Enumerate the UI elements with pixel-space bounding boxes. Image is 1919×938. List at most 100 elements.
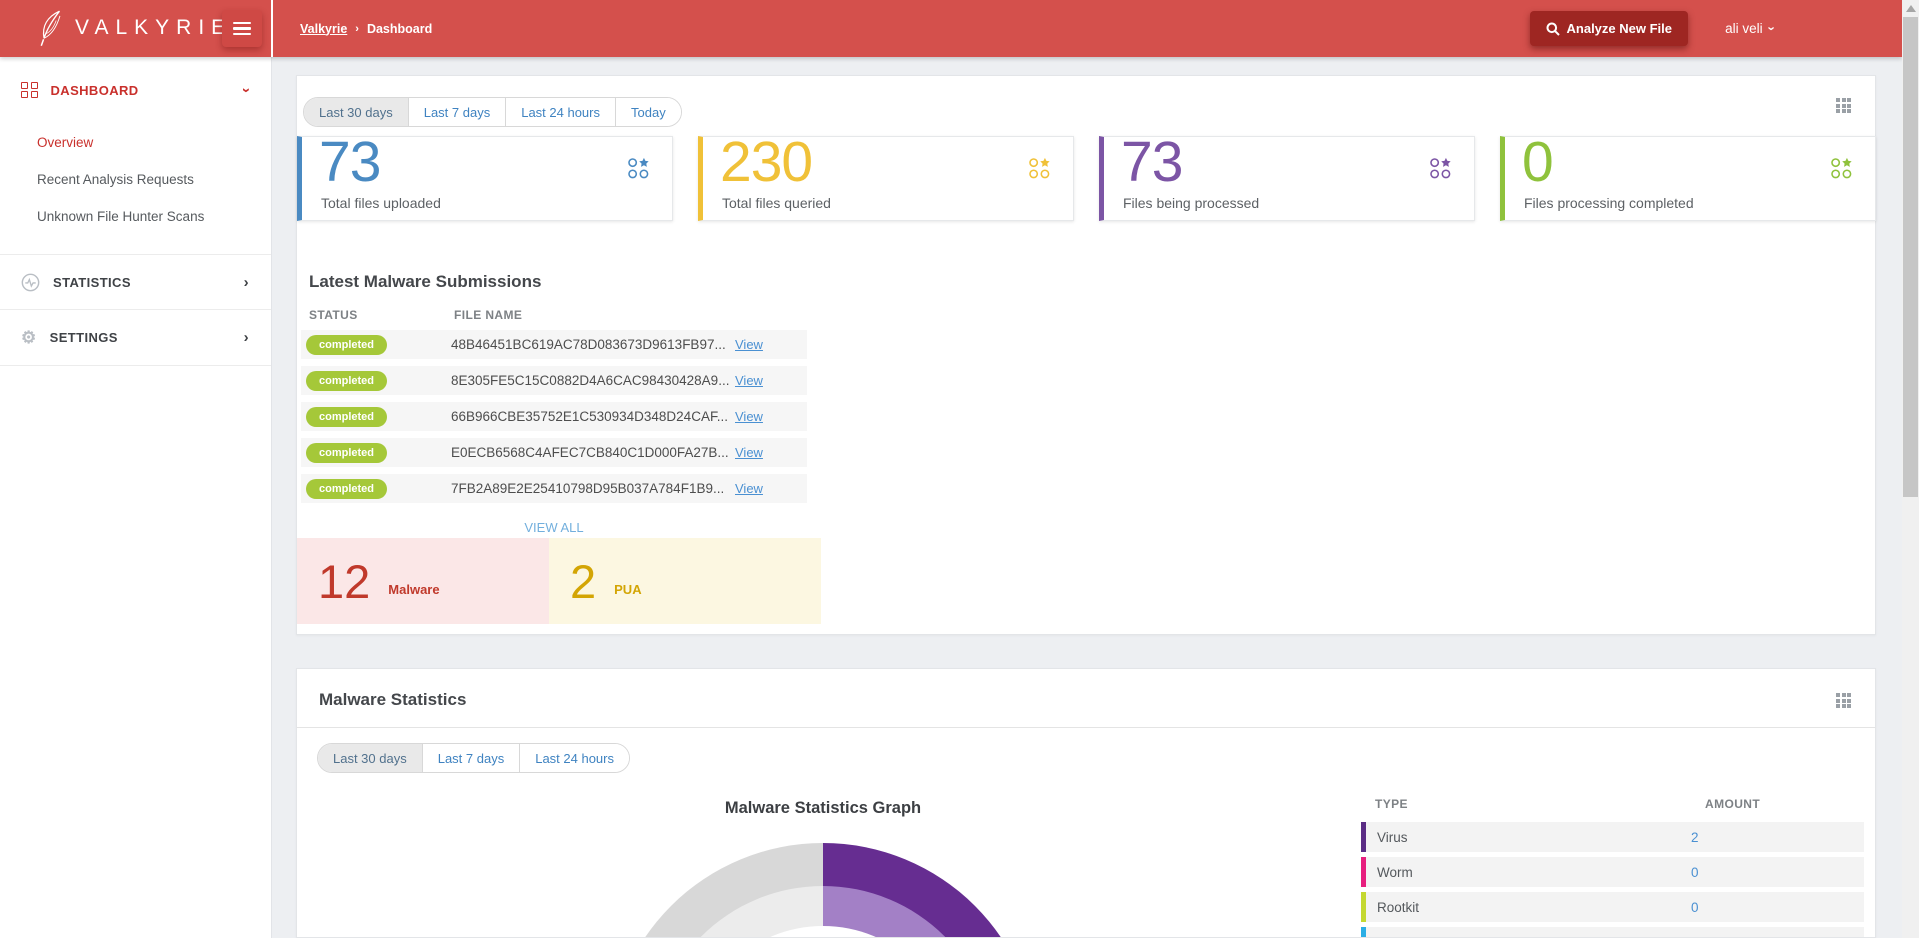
stat-value: 230	[720, 130, 813, 194]
malware-count: 12	[318, 554, 371, 608]
sidebar-item-overview[interactable]: Overview	[0, 128, 271, 156]
dashboard-grid-icon	[21, 81, 38, 99]
stat-label: Files being processed	[1123, 195, 1260, 211]
chevron-down-icon: ›	[1764, 26, 1780, 31]
type-color-bar	[1361, 892, 1366, 922]
widget-grid-icon[interactable]	[1836, 98, 1851, 113]
tab-last-30-days[interactable]: Last 30 days	[318, 744, 423, 772]
malware-statistics-header: Malware Statistics	[297, 669, 1875, 728]
table-row: completed 8E305FE5C15C0882D4A6CAC9843042…	[301, 366, 807, 395]
tab-last-7-days[interactable]: Last 7 days	[422, 744, 521, 772]
main-content: Last 30 days Last 7 days Last 24 hours T…	[272, 57, 1902, 938]
stat-cards-row: 73 Total files uploaded 230 Total files …	[297, 130, 1877, 221]
stat-card-total-files-queried: 230 Total files queried	[698, 130, 1074, 221]
table-row	[1361, 927, 1864, 937]
submissions-title: Latest Malware Submissions	[309, 272, 542, 291]
tab-last-30-days[interactable]: Last 30 days	[304, 98, 409, 126]
overview-card: Last 30 days Last 7 days Last 24 hours T…	[296, 75, 1876, 635]
sidebar-section-settings[interactable]: ⚙ SETTINGS ›	[0, 322, 271, 352]
view-link[interactable]: View	[735, 481, 763, 496]
gear-icon: ⚙	[21, 327, 37, 347]
breadcrumb-current: Dashboard	[366, 21, 433, 36]
pua-label: PUA	[614, 581, 642, 597]
file-name: 7FB2A89E2E25410798D95B037A784F1B9...	[451, 481, 725, 496]
chevron-right-icon: ›	[243, 273, 249, 291]
sidebar-item-recent-analysis-requests[interactable]: Recent Analysis Requests	[0, 165, 271, 193]
amount-link[interactable]: 0	[1691, 865, 1699, 880]
pua-count: 2	[570, 554, 597, 608]
tab-last-24-hours[interactable]: Last 24 hours	[520, 744, 629, 772]
type-color-bar	[1361, 927, 1366, 937]
stat-value: 73	[319, 130, 381, 194]
tab-today[interactable]: Today	[616, 98, 681, 126]
amount-link[interactable]: 2	[1691, 830, 1699, 845]
brand-logo: VALKYRIE	[38, 9, 232, 47]
scrollbar-thumb[interactable]	[1903, 17, 1918, 497]
table-row: Rootkit 0	[1361, 892, 1864, 922]
tab-last-24-hours[interactable]: Last 24 hours	[506, 98, 616, 126]
malware-type-table: TYPE AMOUNT Virus 2 Worm 0 Rootkit 0	[1361, 797, 1864, 937]
top-header: VALKYRIE Valkyrie › Dashboard Analyze Ne…	[0, 0, 1902, 57]
feather-icon	[38, 9, 66, 47]
malware-statistics-time-filter: Last 30 days Last 7 days Last 24 hours	[317, 743, 630, 773]
stat-card-files-being-processed: 73 Files being processed	[1099, 130, 1475, 221]
malware-label: Malware	[388, 581, 440, 597]
breadcrumb-root-link[interactable]: Valkyrie	[300, 22, 347, 36]
brand-name: VALKYRIE	[75, 16, 233, 39]
header-divider	[271, 0, 273, 57]
view-link[interactable]: View	[735, 337, 763, 352]
tab-last-7-days[interactable]: Last 7 days	[408, 98, 507, 126]
vertical-scrollbar[interactable]	[1902, 0, 1919, 938]
submissions-table: completed 48B46451BC619AC78D083673D9613F…	[301, 330, 807, 510]
stat-label: Total files uploaded	[321, 195, 441, 211]
file-name: 8E305FE5C15C0882D4A6CAC98430428A9...	[451, 373, 730, 388]
sidebar-section-statistics[interactable]: STATISTICS ›	[0, 267, 271, 297]
sidebar-divider	[0, 365, 271, 366]
files-group-star-icon	[1830, 157, 1853, 180]
graph-title: Malware Statistics Graph	[724, 799, 922, 817]
submissions-column-headers: STATUS FILE NAME	[309, 308, 809, 322]
column-amount: AMOUNT	[1705, 797, 1761, 811]
files-group-star-icon	[1028, 157, 1051, 180]
table-row: completed 66B966CBE35752E1C530934D348D24…	[301, 402, 807, 431]
malware-statistics-card: Malware Statistics Last 30 days Last 7 d…	[296, 668, 1876, 938]
malware-statistics-title: Malware Statistics	[319, 690, 467, 709]
table-row: completed E0ECB6568C4AFEC7CB840C1D000FA2…	[301, 438, 807, 467]
type-name: Rootkit	[1377, 899, 1420, 915]
user-menu[interactable]: ali veli ›	[1725, 0, 1779, 57]
widget-grid-icon[interactable]	[1836, 693, 1851, 708]
chevron-down-icon: ›	[237, 87, 255, 93]
breadcrumb: Valkyrie › Dashboard	[300, 0, 432, 57]
status-badge: completed	[306, 442, 388, 463]
status-badge: completed	[306, 334, 388, 355]
malware-donut-chart	[608, 843, 1038, 937]
status-badge: completed	[306, 370, 388, 391]
scroll-up-arrow-icon[interactable]	[1906, 5, 1916, 12]
amount-link[interactable]: 0	[1691, 900, 1699, 915]
type-name: Worm	[1377, 864, 1413, 880]
files-group-star-icon	[1429, 157, 1452, 180]
stat-label: Total files queried	[722, 195, 831, 211]
view-link[interactable]: View	[735, 409, 763, 424]
file-name: E0ECB6568C4AFEC7CB840C1D000FA27B...	[451, 445, 729, 460]
stat-card-files-processing-completed: 0 Files processing completed	[1500, 130, 1876, 221]
type-color-bar	[1361, 822, 1366, 852]
view-link[interactable]: View	[735, 445, 763, 460]
overview-time-filter: Last 30 days Last 7 days Last 24 hours T…	[303, 97, 682, 127]
analyze-new-file-button[interactable]: Analyze New File	[1529, 11, 1688, 46]
view-link[interactable]: View	[735, 373, 763, 388]
type-color-bar	[1361, 857, 1366, 887]
hamburger-menu-button[interactable]	[222, 10, 262, 47]
sidebar-item-unknown-file-hunter-scans[interactable]: Unknown File Hunter Scans	[0, 202, 271, 230]
view-all-link[interactable]: VIEW ALL	[301, 520, 807, 535]
sidebar-section-dashboard[interactable]: DASHBOARD ›	[0, 75, 271, 105]
file-name: 66B966CBE35752E1C530934D348D24CAF...	[451, 409, 728, 424]
column-status: STATUS	[309, 308, 358, 322]
column-type: TYPE	[1375, 797, 1408, 811]
status-badge: completed	[306, 478, 388, 499]
column-file-name: FILE NAME	[454, 308, 523, 322]
breadcrumb-separator-icon: ›	[355, 22, 359, 35]
pua-counter: 2 PUA	[549, 538, 821, 624]
search-icon	[1546, 22, 1560, 36]
stat-value: 73	[1121, 130, 1183, 194]
